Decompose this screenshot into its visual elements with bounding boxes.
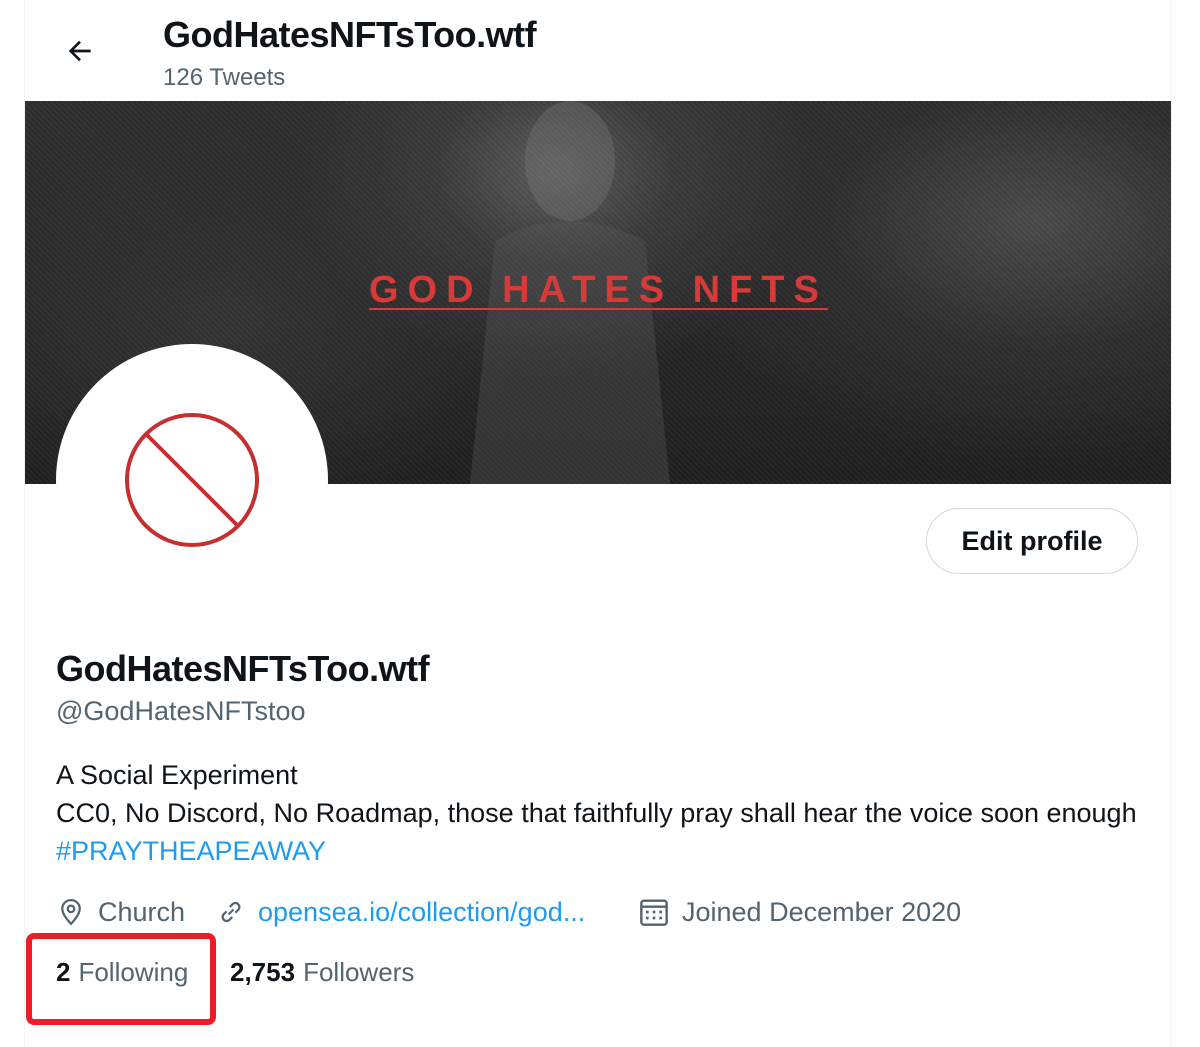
link-icon — [221, 901, 241, 923]
bio-line-2-wrapper: CC0, No Discord, No Roadmap, those that … — [56, 794, 1156, 870]
prohibition-sign-icon — [125, 413, 259, 547]
joined-text: Joined December 2020 — [682, 896, 962, 927]
profile-bio: A Social Experiment CC0, No Discord, No … — [56, 756, 1156, 870]
edit-profile-button[interactable]: Edit profile — [926, 508, 1138, 574]
profile-handle: @GodHatesNFTstoo — [56, 696, 306, 726]
tweet-count: 126 Tweets — [163, 64, 286, 91]
map-pin-icon — [61, 898, 81, 926]
profile-website[interactable]: opensea.io/collection/god... — [216, 892, 585, 932]
banner-text: GOD HATES NFTS — [369, 269, 828, 311]
avatar[interactable] — [56, 344, 328, 616]
calendar-icon — [640, 899, 668, 926]
bio-hashtag-link[interactable]: #PRAYTHEAPEAWAY — [56, 836, 326, 866]
followers-count: 2,753 — [230, 956, 296, 987]
location-text: Church — [98, 896, 186, 927]
right-border — [1171, 0, 1172, 1047]
back-button[interactable] — [55, 26, 105, 76]
arrow-left-icon — [68, 40, 91, 62]
profile-display-name: GodHatesNFTsToo.wtf — [56, 648, 430, 689]
header-title: GodHatesNFTsToo.wtf — [163, 14, 537, 55]
profile-header-bar: GodHatesNFTsToo.wtf 126 Tweets — [25, 0, 1171, 101]
followers-label: Followers — [303, 956, 415, 987]
website-link[interactable]: opensea.io/collection/god... — [258, 897, 585, 928]
bio-line-1: A Social Experiment — [56, 760, 298, 790]
followers-link[interactable]: 2,753 Followers — [230, 954, 414, 990]
bio-line-2: CC0, No Discord, No Roadmap, those that … — [56, 798, 1137, 828]
profile-joined-date: Joined December 2020 — [638, 892, 961, 932]
following-highlight-box — [26, 933, 216, 1025]
profile-location: Church — [56, 892, 185, 932]
